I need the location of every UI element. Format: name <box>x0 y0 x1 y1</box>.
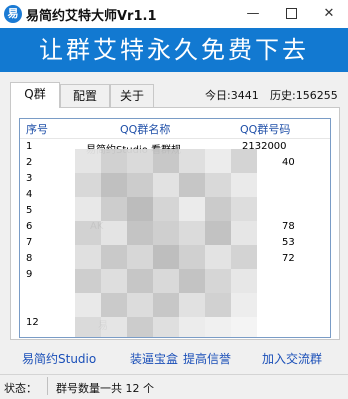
row-index: 3 <box>26 173 33 184</box>
row-number-fragment: 53 <box>282 237 295 248</box>
close-button[interactable]: ✕ <box>310 0 348 28</box>
app-window: 易 易简约艾特大师Vr1.1 — ✕ 让群艾特永久免费下去 Q群 配置 关于 今… <box>0 0 348 399</box>
link-studio[interactable]: 易简约Studio <box>22 350 96 367</box>
row-number-fragment: 40 <box>282 157 295 168</box>
link-join-group[interactable]: 加入交流群 <box>262 350 322 367</box>
tab-about[interactable]: 关于 <box>110 84 154 107</box>
row-index: 1 <box>26 141 33 152</box>
row-index: 12 <box>26 317 39 328</box>
row-index: 9 <box>26 269 33 280</box>
col-name-header: QQ群名称 <box>120 123 171 136</box>
row-index: 2 <box>26 157 33 168</box>
history-count: 历史:156255 <box>270 87 338 103</box>
status-divider <box>47 377 48 395</box>
banner: 让群艾特永久免费下去 <box>0 28 348 72</box>
row-index: 5 <box>26 205 33 216</box>
group-list[interactable]: 序号 QQ群名称 QQ群号码 1 易简约Studio 看群规 2132000 2… <box>19 118 331 338</box>
tab-qgroups[interactable]: Q群 <box>10 82 60 108</box>
list-header: 序号 QQ群名称 QQ群号码 <box>20 119 330 139</box>
col-index-header: 序号 <box>26 123 48 136</box>
maximize-icon <box>285 8 297 19</box>
today-label: 今日: <box>205 89 231 102</box>
row-number-fragment: 78 <box>282 221 295 232</box>
link-reputation[interactable]: 提高信誉 <box>183 350 231 367</box>
status-label: 状态： <box>4 382 37 395</box>
app-icon: 易 <box>4 5 22 23</box>
tab-config[interactable]: 配置 <box>60 84 110 107</box>
status-bar: 状态： 群号数量一共 12 个 <box>0 374 348 399</box>
tab-panel: 序号 QQ群名称 QQ群号码 1 易简约Studio 看群规 2132000 2… <box>10 107 340 340</box>
history-label: 历史: <box>270 89 296 102</box>
today-value: 3441 <box>230 89 259 102</box>
today-count: 今日:3441 <box>205 87 259 103</box>
maximize-button[interactable] <box>272 0 310 28</box>
pixelated-redaction <box>75 149 275 337</box>
link-treasure-box[interactable]: 装逼宝盒 <box>130 350 178 367</box>
row-index: 6 <box>26 221 33 232</box>
minimize-button[interactable]: — <box>234 0 272 28</box>
history-value: 156255 <box>295 89 338 102</box>
row-index: 7 <box>26 237 33 248</box>
title-bar[interactable]: 易 易简约艾特大师Vr1.1 — ✕ <box>0 0 348 28</box>
row-index: 8 <box>26 253 33 264</box>
row-index: 4 <box>26 189 33 200</box>
col-number-header: QQ群号码 <box>240 123 291 136</box>
row-number-fragment: 72 <box>282 253 295 264</box>
window-title: 易简约艾特大师Vr1.1 <box>26 9 157 24</box>
status-text: 群号数量一共 12 个 <box>56 382 154 395</box>
